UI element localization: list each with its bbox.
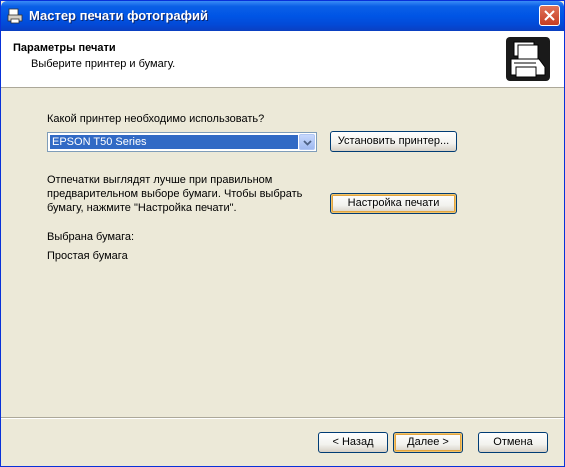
printer-photos-icon <box>506 37 550 81</box>
paper-hint-line-2: предварительном выборе бумаги. Чтобы выб… <box>47 188 303 200</box>
install-printer-button[interactable]: Установить принтер... <box>330 131 457 152</box>
printer-select-value: EPSON T50 Series <box>50 135 298 149</box>
selected-paper-value: Простая бумага <box>47 250 128 262</box>
paper-hint-line-3: бумагу, нажмите "Настройка печати". <box>47 202 237 214</box>
header-title: Параметры печати <box>13 42 116 54</box>
window-title: Мастер печати фотографий <box>29 8 209 23</box>
printer-select[interactable]: EPSON T50 Series <box>47 132 317 152</box>
wizard-window: Мастер печати фотографий Параметры печат… <box>0 0 565 467</box>
print-settings-button[interactable]: Настройка печати <box>330 193 457 214</box>
header-subtitle: Выберите принтер и бумагу. <box>31 58 176 70</box>
footer-divider <box>1 417 564 419</box>
print-wizard-icon <box>7 8 23 24</box>
printer-select-dropdown-button[interactable] <box>299 134 315 150</box>
title-bar[interactable]: Мастер печати фотографий <box>1 1 564 31</box>
wizard-header: Параметры печати Выберите принтер и бума… <box>1 31 564 88</box>
cancel-button[interactable]: Отмена <box>478 432 548 453</box>
next-button[interactable]: Далее > <box>393 432 463 453</box>
selected-paper-label: Выбрана бумага: <box>47 231 135 243</box>
paper-hint-line-1: Отпечатки выглядят лучше при правильном <box>47 174 273 186</box>
printer-question-label: Какой принтер необходимо использовать? <box>47 113 265 125</box>
back-button[interactable]: < Назад <box>318 432 388 453</box>
close-button[interactable] <box>539 5 560 26</box>
